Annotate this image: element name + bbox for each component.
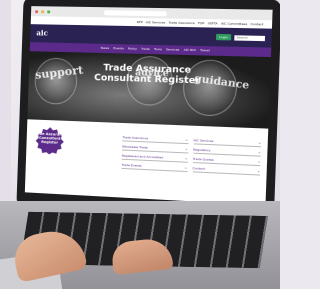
plus-icon: + — [185, 137, 189, 143]
nav-item[interactable]: News — [101, 44, 110, 53]
site-logo[interactable]: aic — [36, 28, 63, 39]
minimize-window-dot[interactable] — [41, 9, 45, 13]
list-item[interactable]: Regulatory + — [193, 147, 261, 157]
list-item[interactable]: AIC Services + — [193, 138, 262, 148]
photo-scene: RFP AIC Services Trade Assurance FOP USF… — [0, 0, 280, 289]
list-item-label: Wholesale Trade — [122, 144, 148, 150]
top-link[interactable]: AIC Committees — [221, 19, 248, 28]
laptop-lid: RFP AIC Services Trade Assurance FOP USF… — [16, 0, 280, 223]
top-link[interactable]: Contact — [250, 20, 263, 29]
list-item[interactable]: Trade Assurance + — [122, 135, 189, 145]
list-item[interactable]: Trade Guides + — [192, 156, 261, 167]
list-item-label: Trade Assurance — [122, 135, 149, 141]
list-item-label: Contact — [192, 166, 206, 171]
plus-icon: + — [257, 159, 261, 165]
list-item-label: Trade Guides — [192, 156, 214, 162]
nav-item[interactable]: Events — [113, 44, 124, 53]
list-item[interactable]: Contact + — [192, 166, 261, 176]
nav-item[interactable]: AIC NOI — [183, 46, 196, 56]
intro-text — [71, 127, 117, 205]
register-badge: Trade Assurance Consultant Register — [32, 126, 67, 156]
search-input[interactable]: Search — [234, 34, 266, 41]
plus-icon: + — [185, 147, 188, 152]
plus-icon: + — [184, 156, 188, 161]
page-content: Trade Assurance Consultant Register Trad… — [24, 119, 269, 206]
list-item-label: Registered and Accredited — [121, 153, 164, 160]
maximize-window-dot[interactable] — [47, 9, 51, 13]
close-window-dot[interactable] — [35, 9, 39, 13]
hero-title: Trade Assurance Consultant Register — [93, 63, 201, 87]
login-button[interactable]: Login — [215, 33, 232, 41]
top-link[interactable]: Trade Assurance — [168, 18, 195, 27]
list-item-label: AIC Services — [193, 138, 214, 144]
link-list: Trade Assurance + AIC Services + Wholesale… — [120, 129, 262, 205]
nav-item[interactable]: Trade — [141, 45, 150, 54]
address-bar[interactable] — [104, 9, 167, 16]
top-link[interactable]: AIC Services — [146, 18, 166, 27]
nav-item[interactable]: Travel — [200, 46, 210, 56]
laptop-screen: RFP AIC Services Trade Assurance FOP USF… — [24, 6, 273, 206]
top-link[interactable]: USFTA — [207, 19, 217, 28]
top-link[interactable]: FOP — [198, 19, 205, 27]
list-item[interactable]: Wholesale Trade + — [121, 144, 188, 154]
hero-banner: support advice guidance Trade Assurance … — [27, 51, 271, 129]
top-link[interactable]: RFP — [137, 18, 143, 26]
nav-item[interactable]: Policy — [128, 44, 137, 53]
nav-item[interactable]: Tools — [154, 45, 162, 54]
nav-item[interactable]: Services — [166, 45, 180, 55]
plus-icon: + — [184, 165, 188, 171]
list-item[interactable]: Registered and Accredited + — [121, 153, 188, 163]
list-item-label: Trade Events — [121, 162, 142, 168]
list-item[interactable]: Trade Events + — [121, 162, 188, 173]
plus-icon: + — [257, 169, 261, 174]
list-item-label: Regulatory — [193, 147, 211, 153]
plus-icon: + — [257, 150, 261, 155]
plus-icon: + — [258, 140, 262, 146]
